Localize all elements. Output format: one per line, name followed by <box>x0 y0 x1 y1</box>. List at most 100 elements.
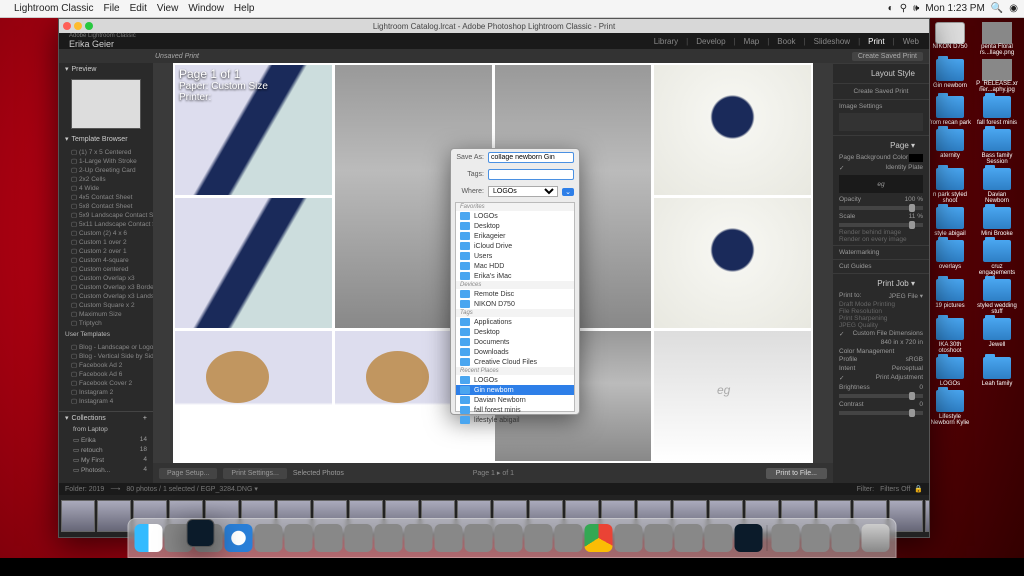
desktop-icon[interactable]: aternity <box>928 129 972 165</box>
user-template-item[interactable]: ▢ Facebook Ad 2 <box>71 360 149 369</box>
desktop-icon[interactable]: Lifestyle Newborn Kylie <box>928 390 972 426</box>
dock-chrome-icon[interactable] <box>585 524 613 552</box>
dock-cal-icon[interactable] <box>375 524 403 552</box>
template-item[interactable]: ▢ 2x2 Cells <box>71 174 149 183</box>
user-templates-header[interactable]: User Templates <box>59 329 153 340</box>
dock-messages-icon[interactable] <box>495 524 523 552</box>
location-item[interactable]: LOGOs <box>456 211 574 221</box>
menubar-clock[interactable]: Mon 1:23 PM <box>925 3 984 14</box>
where-dropdown[interactable]: LOGOs <box>488 186 558 197</box>
scale-slider[interactable] <box>839 223 923 227</box>
location-item[interactable]: lifestyle abigail <box>456 415 574 425</box>
filmstrip-thumb[interactable] <box>925 500 929 532</box>
desktop-icon[interactable]: style abigail <box>928 207 972 237</box>
location-item[interactable]: Downloads <box>456 347 574 357</box>
dock-facetime-icon[interactable] <box>345 524 373 552</box>
dock-photos-icon[interactable] <box>285 524 313 552</box>
contrast-slider[interactable] <box>839 411 923 415</box>
user-template-item[interactable]: ▢ Blog - Landscape or Logo <box>71 342 149 351</box>
desktop-icon[interactable]: Bass family Session <box>975 129 1019 165</box>
location-item[interactable]: Applications <box>456 317 574 327</box>
template-item[interactable]: ▢ Custom 2 over 1 <box>71 246 149 255</box>
menubar-volume-icon[interactable]: 🕪 <box>913 3 919 14</box>
template-item[interactable]: ▢ 2-Up Greeting Card <box>71 165 149 174</box>
dock-acrobat-icon[interactable] <box>832 524 860 552</box>
collection-set[interactable]: from Laptop <box>59 424 153 435</box>
desktop-icon[interactable]: cruz engagements <box>975 240 1019 276</box>
image-settings-header[interactable]: Image Settings <box>839 103 882 110</box>
dock-appstore-icon[interactable] <box>615 524 643 552</box>
template-item[interactable]: ▢ Custom centered <box>71 264 149 273</box>
menu-window[interactable]: Window <box>188 3 224 14</box>
layout-cell[interactable] <box>654 65 811 195</box>
module-book[interactable]: Book <box>777 37 795 46</box>
dock-maps-icon[interactable] <box>255 524 283 552</box>
desktop-icon[interactable]: LOGOs <box>928 357 972 387</box>
desktop-icon[interactable]: 19 pictures <box>928 279 972 315</box>
template-item[interactable]: ▢ Custom 1 over 2 <box>71 237 149 246</box>
expand-icon[interactable]: ⌄ <box>562 188 574 196</box>
location-item[interactable]: fall forest minis <box>456 405 574 415</box>
template-item[interactable]: ▢ Triptych <box>71 318 149 327</box>
template-browser-header[interactable]: ▾ Template Browser <box>59 133 153 145</box>
layout-cell[interactable]: eg <box>654 331 811 461</box>
identity-plate-preview[interactable]: eg <box>839 175 923 193</box>
location-item[interactable]: Erikageier <box>456 231 574 241</box>
dock-notes-icon[interactable] <box>405 524 433 552</box>
desktop-icon[interactable]: fall forest minis <box>975 96 1019 126</box>
location-item[interactable]: Documents <box>456 337 574 347</box>
preview-header[interactable]: ▾ Preview <box>59 63 153 75</box>
dock-doc2-icon[interactable] <box>802 524 830 552</box>
desktop-icon[interactable]: NIKON D750 <box>928 22 972 56</box>
dock-clock-icon[interactable] <box>705 524 733 552</box>
location-item[interactable]: Gin newborn <box>456 385 574 395</box>
template-item[interactable]: ▢ Maximum Size <box>71 309 149 318</box>
filter-lock-icon[interactable]: 🔒 <box>914 485 923 493</box>
menu-edit[interactable]: Edit <box>130 3 147 14</box>
dock-finder-icon[interactable] <box>135 524 163 552</box>
brightness-slider[interactable] <box>839 394 923 398</box>
user-template-item[interactable]: ▢ Instagram 4 <box>71 396 149 405</box>
desktop-icon[interactable]: Jewell <box>975 318 1019 354</box>
location-item[interactable]: Desktop <box>456 221 574 231</box>
location-item[interactable]: Users <box>456 251 574 261</box>
menubar-wifi-icon[interactable]: ⚲ <box>900 3 907 14</box>
profile-dropdown[interactable]: sRGB <box>906 356 923 363</box>
template-item[interactable]: ▢ 1-Large With Stroke <box>71 156 149 165</box>
location-item[interactable]: Mac HDD <box>456 261 574 271</box>
preview-thumbnail[interactable] <box>71 79 141 129</box>
traffic-lights[interactable] <box>63 22 93 30</box>
page-navigator[interactable]: Page 1 ▸ of 1 <box>473 469 514 477</box>
create-saved-print-button[interactable]: Create Saved Print <box>852 52 923 61</box>
dock-siri-icon[interactable] <box>645 524 673 552</box>
location-item[interactable]: Erika's iMac <box>456 271 574 281</box>
template-item[interactable]: ▢ 5x9 Landscape Contact S... <box>71 210 149 219</box>
menu-app[interactable]: Lightroom Classic <box>14 3 93 14</box>
template-item[interactable]: ▢ 5x8 Contact Sheet <box>71 201 149 210</box>
dock-itunes-icon[interactable] <box>315 524 343 552</box>
desktop-icon[interactable]: from recan park <box>928 96 972 126</box>
status-folder[interactable]: Folder: 2019 <box>65 486 104 493</box>
template-item[interactable]: ▢ Custom Overlap x3 Borde... <box>71 282 149 291</box>
module-map[interactable]: Map <box>744 37 760 46</box>
module-web[interactable]: Web <box>903 37 919 46</box>
template-item[interactable]: ▢ 4 Wide <box>71 183 149 192</box>
template-item[interactable]: ▢ (1) 7 x 5 Centered <box>71 147 149 156</box>
dock-prefs-icon[interactable] <box>675 524 703 552</box>
dock-ps-icon[interactable] <box>735 524 763 552</box>
dock-reminders-icon[interactable] <box>435 524 463 552</box>
template-item[interactable]: ▢ Custom 4-square <box>71 255 149 264</box>
module-print[interactable]: Print <box>868 37 884 46</box>
dock-mail-icon[interactable] <box>465 524 493 552</box>
dock-safari-icon[interactable] <box>225 524 253 552</box>
desktop-icon[interactable]: penta Floral rs...llage.png <box>975 22 1019 56</box>
print-to-dropdown[interactable]: JPEG File ▾ <box>889 292 923 300</box>
window-titlebar[interactable]: Lightroom Catalog.lrcat - Adobe Photosho… <box>59 19 929 33</box>
location-item[interactable]: Desktop <box>456 327 574 337</box>
page-setup-button[interactable]: Page Setup... <box>159 468 217 479</box>
desktop-icon[interactable]: P_RELEASE.xr rier...aphy.jpg <box>975 59 1019 93</box>
menubar-siri-icon[interactable]: ◉ <box>1009 3 1018 14</box>
print-settings-button[interactable]: Print Settings... <box>223 468 286 479</box>
tags-input[interactable] <box>488 169 574 180</box>
desktop-icon[interactable]: styled wedding stuff <box>975 279 1019 315</box>
